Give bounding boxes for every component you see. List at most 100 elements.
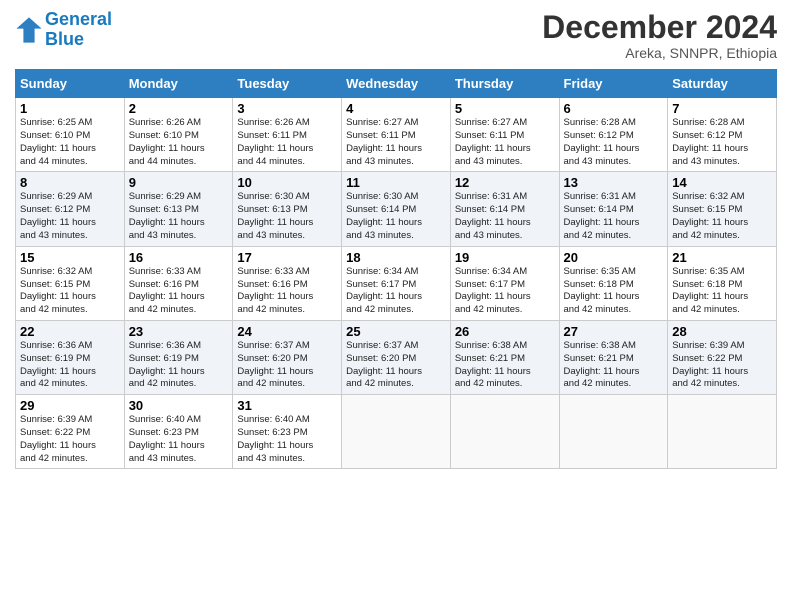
month-title: December 2024 — [542, 10, 777, 45]
day-number: 23 — [129, 324, 229, 339]
calendar-cell: 1Sunrise: 6:25 AM Sunset: 6:10 PM Daylig… — [16, 98, 125, 172]
subtitle: Areka, SNNPR, Ethiopia — [542, 45, 777, 61]
calendar-cell: 14Sunrise: 6:32 AM Sunset: 6:15 PM Dayli… — [668, 172, 777, 246]
day-info: Sunrise: 6:30 AM Sunset: 6:13 PM Dayligh… — [237, 191, 337, 242]
day-info: Sunrise: 6:33 AM Sunset: 6:16 PM Dayligh… — [129, 266, 229, 317]
day-number: 20 — [564, 250, 664, 265]
calendar-cell: 19Sunrise: 6:34 AM Sunset: 6:17 PM Dayli… — [450, 246, 559, 320]
calendar-cell: 30Sunrise: 6:40 AM Sunset: 6:23 PM Dayli… — [124, 395, 233, 469]
calendar-cell: 29Sunrise: 6:39 AM Sunset: 6:22 PM Dayli… — [16, 395, 125, 469]
calendar-cell: 8Sunrise: 6:29 AM Sunset: 6:12 PM Daylig… — [16, 172, 125, 246]
day-info: Sunrise: 6:28 AM Sunset: 6:12 PM Dayligh… — [672, 117, 772, 168]
header-saturday: Saturday — [668, 70, 777, 98]
day-info: Sunrise: 6:35 AM Sunset: 6:18 PM Dayligh… — [672, 266, 772, 317]
calendar-cell: 27Sunrise: 6:38 AM Sunset: 6:21 PM Dayli… — [559, 320, 668, 394]
day-info: Sunrise: 6:27 AM Sunset: 6:11 PM Dayligh… — [346, 117, 446, 168]
day-info: Sunrise: 6:28 AM Sunset: 6:12 PM Dayligh… — [564, 117, 664, 168]
day-info: Sunrise: 6:40 AM Sunset: 6:23 PM Dayligh… — [129, 414, 229, 465]
day-info: Sunrise: 6:39 AM Sunset: 6:22 PM Dayligh… — [20, 414, 120, 465]
calendar-row: 8Sunrise: 6:29 AM Sunset: 6:12 PM Daylig… — [16, 172, 777, 246]
day-number: 24 — [237, 324, 337, 339]
calendar-cell: 9Sunrise: 6:29 AM Sunset: 6:13 PM Daylig… — [124, 172, 233, 246]
logo: General Blue — [15, 10, 112, 50]
day-info: Sunrise: 6:35 AM Sunset: 6:18 PM Dayligh… — [564, 266, 664, 317]
calendar-cell: 24Sunrise: 6:37 AM Sunset: 6:20 PM Dayli… — [233, 320, 342, 394]
day-number: 3 — [237, 101, 337, 116]
calendar-cell: 2Sunrise: 6:26 AM Sunset: 6:10 PM Daylig… — [124, 98, 233, 172]
day-info: Sunrise: 6:30 AM Sunset: 6:14 PM Dayligh… — [346, 191, 446, 242]
day-info: Sunrise: 6:37 AM Sunset: 6:20 PM Dayligh… — [346, 340, 446, 391]
day-number: 31 — [237, 398, 337, 413]
header-monday: Monday — [124, 70, 233, 98]
day-info: Sunrise: 6:32 AM Sunset: 6:15 PM Dayligh… — [20, 266, 120, 317]
calendar-cell — [342, 395, 451, 469]
calendar-cell: 11Sunrise: 6:30 AM Sunset: 6:14 PM Dayli… — [342, 172, 451, 246]
day-info: Sunrise: 6:38 AM Sunset: 6:21 PM Dayligh… — [564, 340, 664, 391]
calendar-cell — [668, 395, 777, 469]
day-number: 19 — [455, 250, 555, 265]
day-info: Sunrise: 6:36 AM Sunset: 6:19 PM Dayligh… — [20, 340, 120, 391]
calendar-row: 1Sunrise: 6:25 AM Sunset: 6:10 PM Daylig… — [16, 98, 777, 172]
header-thursday: Thursday — [450, 70, 559, 98]
day-info: Sunrise: 6:25 AM Sunset: 6:10 PM Dayligh… — [20, 117, 120, 168]
calendar-cell: 20Sunrise: 6:35 AM Sunset: 6:18 PM Dayli… — [559, 246, 668, 320]
day-number: 28 — [672, 324, 772, 339]
day-info: Sunrise: 6:39 AM Sunset: 6:22 PM Dayligh… — [672, 340, 772, 391]
day-info: Sunrise: 6:31 AM Sunset: 6:14 PM Dayligh… — [455, 191, 555, 242]
day-info: Sunrise: 6:27 AM Sunset: 6:11 PM Dayligh… — [455, 117, 555, 168]
day-number: 18 — [346, 250, 446, 265]
calendar-cell: 3Sunrise: 6:26 AM Sunset: 6:11 PM Daylig… — [233, 98, 342, 172]
calendar-cell: 28Sunrise: 6:39 AM Sunset: 6:22 PM Dayli… — [668, 320, 777, 394]
calendar-cell: 6Sunrise: 6:28 AM Sunset: 6:12 PM Daylig… — [559, 98, 668, 172]
day-number: 16 — [129, 250, 229, 265]
day-number: 13 — [564, 175, 664, 190]
day-info: Sunrise: 6:29 AM Sunset: 6:12 PM Dayligh… — [20, 191, 120, 242]
day-info: Sunrise: 6:26 AM Sunset: 6:10 PM Dayligh… — [129, 117, 229, 168]
day-number: 8 — [20, 175, 120, 190]
calendar-cell: 5Sunrise: 6:27 AM Sunset: 6:11 PM Daylig… — [450, 98, 559, 172]
calendar-cell: 22Sunrise: 6:36 AM Sunset: 6:19 PM Dayli… — [16, 320, 125, 394]
day-number: 14 — [672, 175, 772, 190]
day-number: 29 — [20, 398, 120, 413]
calendar-cell: 10Sunrise: 6:30 AM Sunset: 6:13 PM Dayli… — [233, 172, 342, 246]
calendar-cell — [559, 395, 668, 469]
day-number: 22 — [20, 324, 120, 339]
day-info: Sunrise: 6:26 AM Sunset: 6:11 PM Dayligh… — [237, 117, 337, 168]
day-number: 4 — [346, 101, 446, 116]
calendar-cell: 18Sunrise: 6:34 AM Sunset: 6:17 PM Dayli… — [342, 246, 451, 320]
day-number: 7 — [672, 101, 772, 116]
day-info: Sunrise: 6:37 AM Sunset: 6:20 PM Dayligh… — [237, 340, 337, 391]
day-info: Sunrise: 6:40 AM Sunset: 6:23 PM Dayligh… — [237, 414, 337, 465]
calendar-row: 15Sunrise: 6:32 AM Sunset: 6:15 PM Dayli… — [16, 246, 777, 320]
calendar-cell: 26Sunrise: 6:38 AM Sunset: 6:21 PM Dayli… — [450, 320, 559, 394]
day-info: Sunrise: 6:29 AM Sunset: 6:13 PM Dayligh… — [129, 191, 229, 242]
calendar-table: Sunday Monday Tuesday Wednesday Thursday… — [15, 69, 777, 469]
day-number: 2 — [129, 101, 229, 116]
header-row: Sunday Monday Tuesday Wednesday Thursday… — [16, 70, 777, 98]
day-number: 27 — [564, 324, 664, 339]
day-number: 10 — [237, 175, 337, 190]
day-info: Sunrise: 6:36 AM Sunset: 6:19 PM Dayligh… — [129, 340, 229, 391]
day-number: 11 — [346, 175, 446, 190]
logo-icon — [15, 16, 43, 44]
day-info: Sunrise: 6:34 AM Sunset: 6:17 PM Dayligh… — [346, 266, 446, 317]
day-number: 21 — [672, 250, 772, 265]
day-number: 30 — [129, 398, 229, 413]
day-number: 6 — [564, 101, 664, 116]
header: General Blue December 2024 Areka, SNNPR,… — [15, 10, 777, 61]
day-number: 5 — [455, 101, 555, 116]
day-info: Sunrise: 6:33 AM Sunset: 6:16 PM Dayligh… — [237, 266, 337, 317]
calendar-cell: 13Sunrise: 6:31 AM Sunset: 6:14 PM Dayli… — [559, 172, 668, 246]
day-info: Sunrise: 6:38 AM Sunset: 6:21 PM Dayligh… — [455, 340, 555, 391]
day-info: Sunrise: 6:34 AM Sunset: 6:17 PM Dayligh… — [455, 266, 555, 317]
calendar-cell: 25Sunrise: 6:37 AM Sunset: 6:20 PM Dayli… — [342, 320, 451, 394]
title-block: December 2024 Areka, SNNPR, Ethiopia — [542, 10, 777, 61]
page-container: General Blue December 2024 Areka, SNNPR,… — [0, 0, 792, 479]
day-number: 17 — [237, 250, 337, 265]
calendar-cell: 23Sunrise: 6:36 AM Sunset: 6:19 PM Dayli… — [124, 320, 233, 394]
calendar-cell: 4Sunrise: 6:27 AM Sunset: 6:11 PM Daylig… — [342, 98, 451, 172]
calendar-cell: 12Sunrise: 6:31 AM Sunset: 6:14 PM Dayli… — [450, 172, 559, 246]
header-friday: Friday — [559, 70, 668, 98]
calendar-cell: 15Sunrise: 6:32 AM Sunset: 6:15 PM Dayli… — [16, 246, 125, 320]
calendar-cell: 31Sunrise: 6:40 AM Sunset: 6:23 PM Dayli… — [233, 395, 342, 469]
